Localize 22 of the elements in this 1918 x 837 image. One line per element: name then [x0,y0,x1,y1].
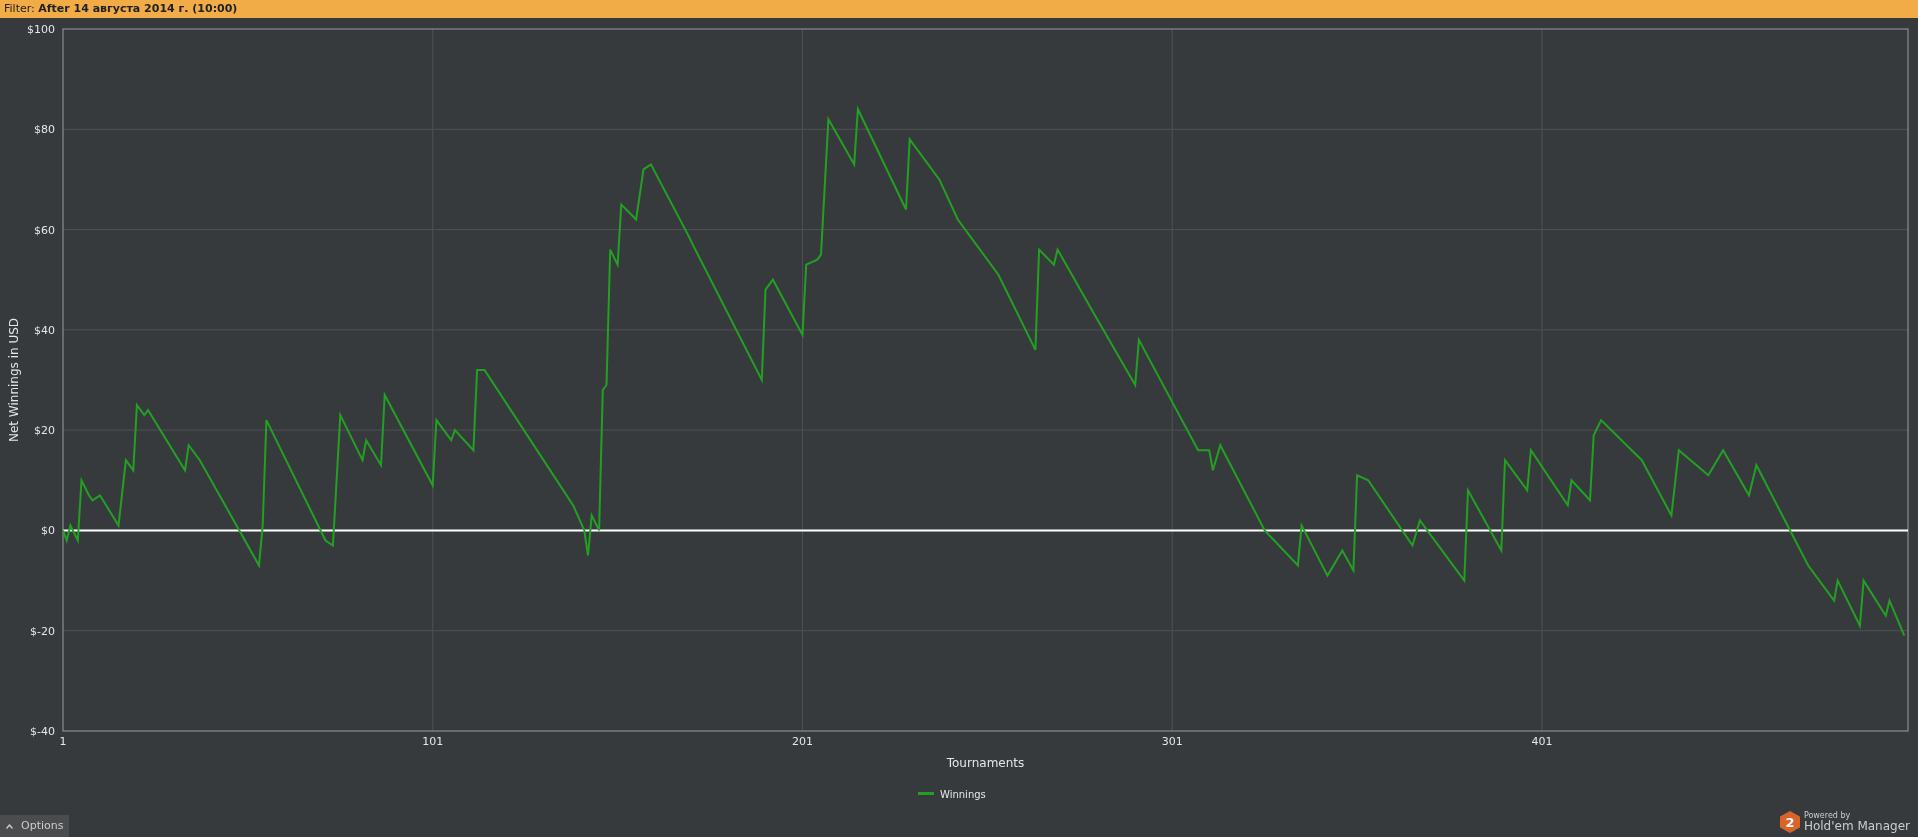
x-tick-label: 301 [1161,735,1183,748]
x-tick-label: 201 [792,735,813,748]
y-tick-label: $-40 [30,725,55,738]
y-tick-label: $80 [34,123,55,137]
x-tick-label: 101 [422,735,444,748]
y-tick-label: $20 [34,424,55,438]
y-tick-label: $0 [41,524,55,538]
filter-text: Filter: After 14 августа 2014 г. (10:00) [0,0,1918,18]
y-tick-label: $100 [27,23,55,36]
x-tick-label: 401 [1531,735,1553,748]
product-name: Hold'em Manager [1803,819,1910,833]
caret-icon [6,823,13,829]
y-tick-label: $-20 [30,624,55,638]
x-axis-title: Tournaments [946,756,1025,770]
legend-label: Winnings [940,789,986,800]
y-tick-label: $40 [34,323,55,337]
options-button[interactable]: Options [0,815,70,837]
logo-icon: 2 [1779,811,1800,833]
x-tick-label: 1 [59,735,67,748]
y-axis-title: Net Winnings in USD [7,318,21,442]
y-tick-label: $60 [34,223,55,237]
powered-by-text: Powered by [1803,811,1851,820]
